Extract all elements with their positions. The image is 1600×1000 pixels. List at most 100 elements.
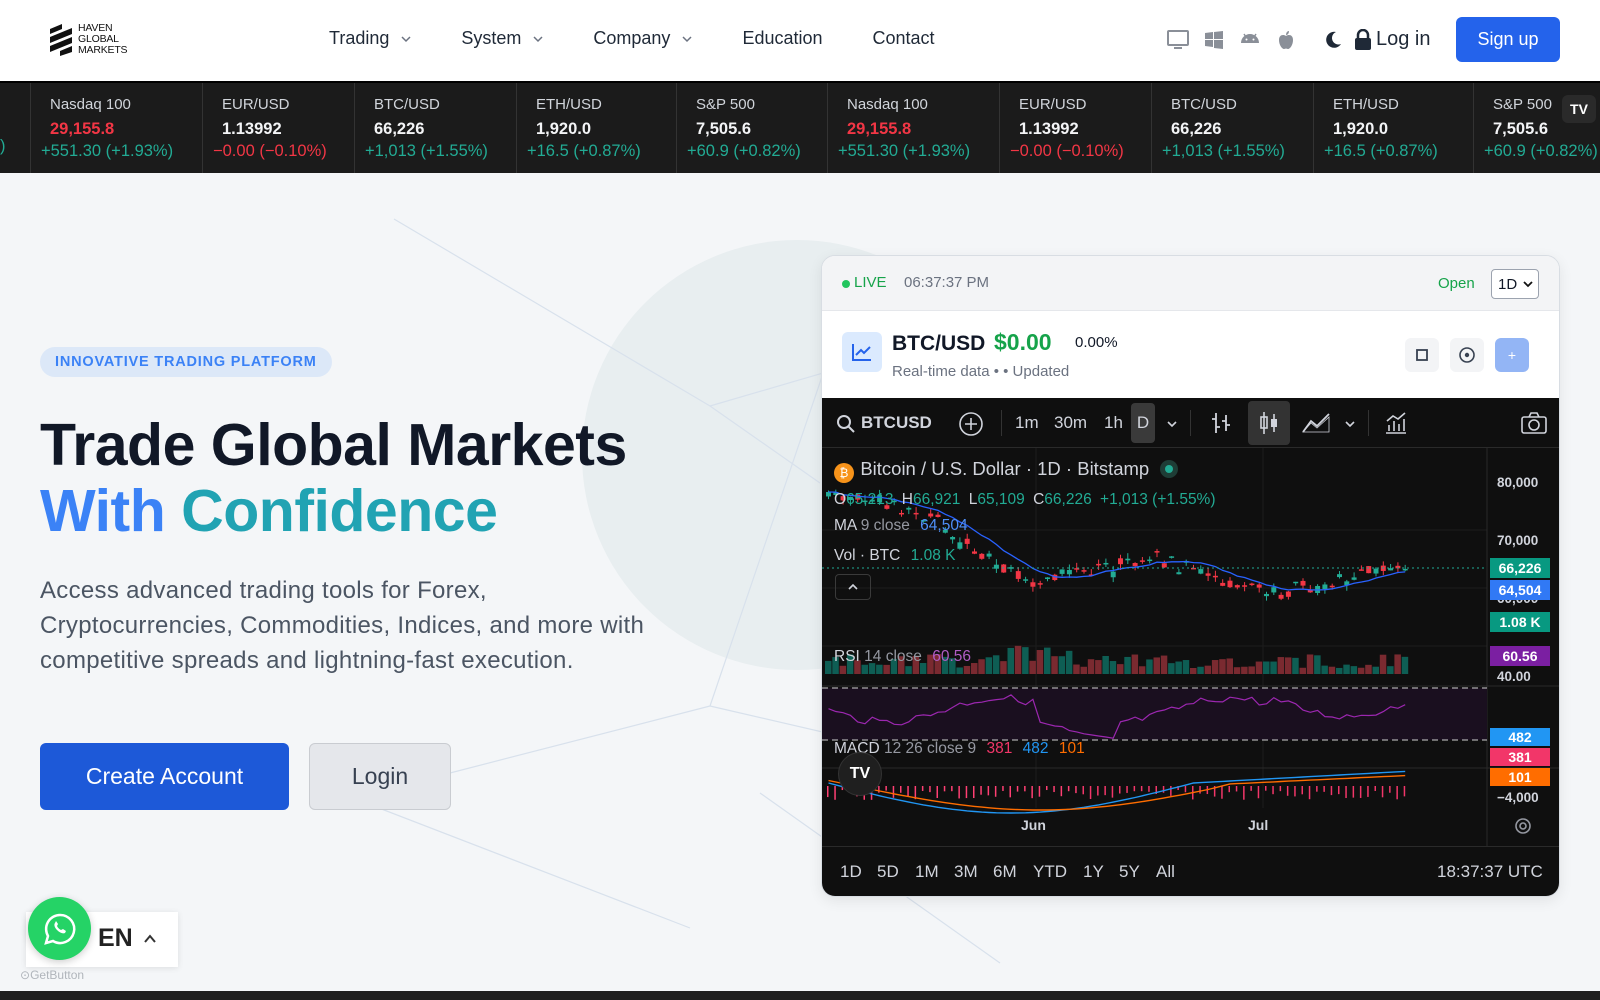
apple-icon[interactable] xyxy=(1274,29,1298,51)
camera-icon[interactable] xyxy=(1521,412,1547,434)
range-bar: 1D 5D 1M 3M 6M YTD 1Y 5Y All 18:37:37 UT… xyxy=(822,846,1559,896)
candle-body xyxy=(986,553,992,557)
candle-body xyxy=(1322,584,1328,590)
symbol-search-input[interactable]: BTCUSD xyxy=(861,413,933,433)
ohlc-change: +1,013 (+1.55%) xyxy=(1100,491,1216,508)
timeframe-select[interactable]: 1D xyxy=(1491,269,1539,299)
tradingview-badge[interactable]: TV xyxy=(1562,95,1596,123)
candle-body xyxy=(899,512,904,515)
chart-title: Bitcoin / U.S. Dollar · 1D · Bitstamp xyxy=(860,458,1150,479)
moon-icon[interactable] xyxy=(1322,29,1344,51)
rsi-tag: 60.56 xyxy=(1490,646,1550,666)
ticker-change: ) xyxy=(0,137,6,155)
candle-body xyxy=(957,542,963,549)
ticker-item[interactable]: Nasdaq 100 29,155.8 +551.30 (+1.93%) xyxy=(30,83,202,173)
ticker-item[interactable]: BTC/USD 66,226 +1,013 (+1.55%) xyxy=(1151,83,1313,173)
range-1y[interactable]: 1Y xyxy=(1083,862,1104,882)
macd-histogram-bar xyxy=(1352,786,1355,798)
tradingview-logo-icon[interactable]: TV xyxy=(838,752,882,796)
ticker-change: +16.5 (+0.87%) xyxy=(1324,142,1438,160)
macd-histogram-bar xyxy=(885,786,887,791)
target-button[interactable] xyxy=(1450,338,1484,372)
ticker-item[interactable]: EUR/USD 1.13992 −0.00 (−0.10%) xyxy=(999,83,1151,173)
hero-login-button[interactable]: Login xyxy=(309,743,451,810)
desktop-icon[interactable] xyxy=(1166,29,1190,51)
y-axis-label-80000: 80,000 xyxy=(1497,475,1539,490)
range-ytd[interactable]: YTD xyxy=(1033,862,1067,882)
ticker-item[interactable]: Nasdaq 100 29,155.8 +551.30 (+1.93%) xyxy=(827,83,999,173)
ma-price-tag: 64,504 xyxy=(1490,580,1550,600)
ticker-item[interactable]: EUR/USD 1.13992 −0.00 (−0.10%) xyxy=(202,83,354,173)
ticker-symbol: S&P 500 xyxy=(696,96,755,113)
interval-1h[interactable]: 1h xyxy=(1104,413,1123,433)
nav-item-company[interactable]: Company xyxy=(593,28,692,49)
macd-histogram-bar xyxy=(1265,786,1267,791)
ticker-item[interactable]: ) xyxy=(0,83,30,173)
volume-bar xyxy=(1321,665,1328,674)
macd-histogram-bar xyxy=(1330,786,1333,796)
nav-item-education[interactable]: Education xyxy=(742,28,822,49)
ticker-item[interactable]: BTC/USD 66,226 +1,013 (+1.55%) xyxy=(354,83,516,173)
ticker-symbol: Nasdaq 100 xyxy=(847,96,928,113)
indicators-icon[interactable] xyxy=(1384,411,1408,435)
chevron-down-icon[interactable] xyxy=(1166,419,1178,429)
chevron-down-icon[interactable] xyxy=(1344,419,1356,429)
macd-histogram-bar xyxy=(921,786,924,791)
volume-bar xyxy=(1175,661,1182,674)
brand-line-2: GLOBAL xyxy=(78,32,119,45)
ticker-price: 29,155.8 xyxy=(847,120,912,138)
nav-item-system[interactable]: System xyxy=(461,28,543,49)
volume-bar xyxy=(1131,654,1139,674)
range-all[interactable]: All xyxy=(1156,862,1175,882)
volume-bar xyxy=(1284,657,1292,674)
windows-icon[interactable] xyxy=(1202,29,1226,51)
utc-clock[interactable]: 18:37:37 UTC xyxy=(1437,862,1543,882)
interval-d[interactable]: D xyxy=(1131,403,1155,443)
collapse-legend-button[interactable] xyxy=(835,574,871,600)
macd-histogram-bar xyxy=(929,786,931,793)
nav-item-label: Contact xyxy=(872,28,935,48)
getbutton-credit[interactable]: ⊙GetButton xyxy=(20,968,84,982)
macd-histogram-bar xyxy=(1075,786,1077,794)
ticker-item[interactable]: ETH/USD 1,920.0 +16.5 (+0.87%) xyxy=(1313,83,1473,173)
volume-bar xyxy=(1394,654,1401,674)
volume-bar xyxy=(1219,659,1226,674)
candle-body xyxy=(1212,575,1218,578)
chart-settings-gear-icon[interactable] xyxy=(1512,815,1534,837)
macd-histogram-bar xyxy=(1119,786,1121,794)
candle-body xyxy=(1147,559,1153,562)
signup-button[interactable]: Sign up xyxy=(1456,17,1560,62)
candles-chart-type-icon[interactable] xyxy=(1258,411,1280,435)
add-symbol-icon[interactable] xyxy=(958,411,984,437)
android-icon[interactable] xyxy=(1238,29,1262,51)
range-6m[interactable]: 6M xyxy=(993,862,1017,882)
bar-chart-type-icon[interactable] xyxy=(1210,411,1232,435)
add-button[interactable]: + xyxy=(1495,338,1529,372)
range-1m[interactable]: 1M xyxy=(915,862,939,882)
range-3m[interactable]: 3M xyxy=(954,862,978,882)
login-link[interactable]: Log in xyxy=(1354,28,1431,51)
ticker-item[interactable]: ETH/USD 1,920.0 +16.5 (+0.87%) xyxy=(516,83,676,173)
range-5d[interactable]: 5D xyxy=(877,862,899,882)
interval-30m[interactable]: 30m xyxy=(1054,413,1087,433)
ohlc-open: 65,213 xyxy=(846,491,894,508)
search-icon[interactable] xyxy=(836,414,856,434)
volume-bar xyxy=(1007,647,1014,674)
volume-bar xyxy=(1211,660,1219,674)
whatsapp-button[interactable] xyxy=(28,897,91,960)
macd-histogram-bar xyxy=(1053,786,1055,793)
range-1d[interactable]: 1D xyxy=(840,862,862,882)
create-account-button[interactable]: Create Account xyxy=(40,743,289,810)
brand-logo[interactable]: HAVEN GLOBAL MARKETS xyxy=(48,22,128,56)
nav-item-contact[interactable]: Contact xyxy=(873,28,935,49)
nav-item-trading[interactable]: Trading xyxy=(329,28,411,49)
candle-body xyxy=(1249,583,1255,586)
macd-histogram-bar xyxy=(1257,786,1260,799)
fullscreen-button[interactable] xyxy=(1405,338,1439,372)
candle-body xyxy=(1388,568,1394,571)
range-5y[interactable]: 5Y xyxy=(1119,862,1140,882)
interval-1m[interactable]: 1m xyxy=(1015,413,1039,433)
macd-line-tag: 482 xyxy=(1490,728,1550,746)
ticker-item[interactable]: S&P 500 7,505.6 +60.9 (+0.82%) xyxy=(676,83,827,173)
area-chart-type-icon[interactable] xyxy=(1302,412,1332,434)
